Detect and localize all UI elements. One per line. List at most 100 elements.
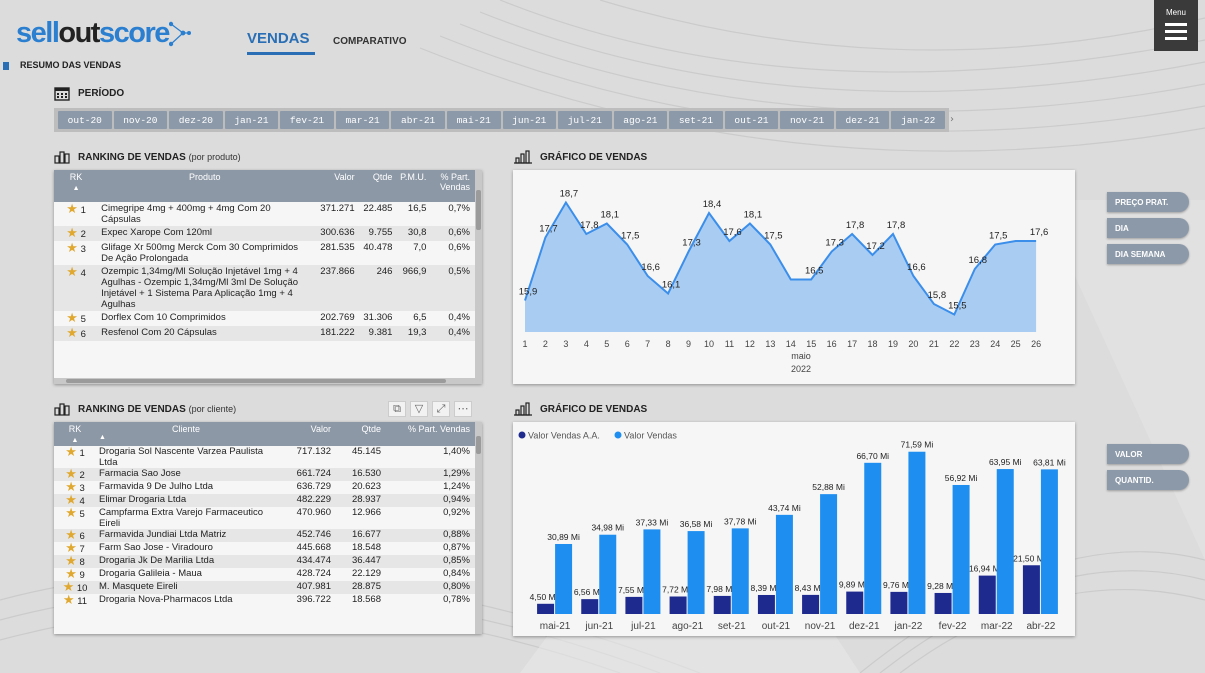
table-row[interactable]: ★ 4 Ozempic 1,34mg/Ml Solução Injetável 1… — [54, 265, 482, 311]
period-month-button[interactable]: set-21 — [669, 111, 723, 129]
rank-cell: ★ 2 — [54, 226, 99, 241]
filter-icon[interactable]: ▽ — [410, 401, 428, 417]
table-row[interactable]: ★ 5 Campfarma Extra Varejo Farmaceutico E… — [54, 506, 482, 529]
bar[interactable] — [731, 528, 749, 614]
scrollbar-thumb[interactable] — [476, 190, 481, 230]
x-tick-label: 18 — [868, 339, 878, 349]
copy-icon[interactable]: ⧉ — [388, 401, 406, 417]
bar[interactable] — [1022, 565, 1040, 614]
period-month-button[interactable]: nov-20 — [113, 111, 168, 129]
table-row[interactable]: ★ 2 Expec Xarope Com 120ml 300.636 9.755 30,… — [54, 226, 482, 241]
period-month-button[interactable]: jul-21 — [558, 111, 612, 129]
col-part[interactable]: % Part. Vendas — [384, 422, 482, 446]
cliente-cell: Farm Sao Jose - Viradouro — [99, 542, 213, 553]
period-month-button[interactable]: dez-21 — [835, 111, 890, 129]
x-tick-label: 24 — [990, 339, 1000, 349]
bar[interactable] — [846, 591, 864, 614]
table-row[interactable]: ★ 11 Drogaria Nova-Pharmacos Ltda 396.722 1… — [54, 593, 482, 607]
expand-icon[interactable]: ⤢ — [432, 401, 450, 417]
bar[interactable] — [757, 594, 775, 614]
period-scroll-right-icon[interactable]: › — [950, 114, 954, 125]
legend-marker — [518, 431, 526, 439]
bar[interactable] — [599, 534, 617, 614]
period-month-button[interactable]: mar-21 — [335, 111, 390, 129]
table-row[interactable]: ★ 3 Glifage Xr 500mg Merck Com 30 Comprim… — [54, 241, 482, 265]
x-tick-label: 8 — [666, 339, 671, 349]
period-month-button[interactable]: abr-21 — [391, 111, 445, 129]
bar[interactable] — [555, 543, 573, 614]
scrollbar-thumb-h[interactable] — [66, 379, 446, 383]
col-produto[interactable]: Produto — [98, 170, 312, 202]
bar[interactable] — [934, 592, 952, 614]
col-pmu[interactable]: P.M.U. — [395, 170, 430, 202]
bar[interactable] — [643, 529, 661, 614]
period-month-button[interactable]: mai-21 — [446, 111, 501, 129]
bar[interactable] — [996, 469, 1014, 614]
period-month-button[interactable]: out-20 — [58, 111, 112, 129]
table-row[interactable]: ★ 9 Drogaria Galileia - Maua 428.724 22.129… — [54, 567, 482, 581]
legend-label[interactable]: Valor Vendas A.A. — [528, 431, 600, 441]
x-tick-label: 9 — [686, 339, 691, 349]
table-row[interactable]: ★ 1 Drogaria Sol Nascente Varzea Paulista… — [54, 445, 482, 468]
table-row[interactable]: ★ 7 Farm Sao Jose - Viradouro 445.668 18.54… — [54, 541, 482, 555]
bar[interactable] — [1040, 469, 1058, 614]
table-row[interactable]: ★ 1 Cimegripe 4mg + 400mg + 4mg Com 20 Cá… — [54, 202, 482, 226]
legend-label[interactable]: Valor Vendas — [624, 431, 677, 441]
table-row[interactable]: ★ 2 Farmacia Sao Jose 661.724 16.530 1,29% — [54, 467, 482, 481]
col-cliente[interactable]: Cliente ▲ — [96, 422, 276, 446]
period-month-button[interactable]: jun-21 — [502, 111, 557, 129]
table-row[interactable]: ★ 8 Drogaria Jk De Marilia Ltda 434.474 36.… — [54, 554, 482, 568]
bar[interactable] — [775, 514, 793, 614]
bar[interactable] — [687, 531, 705, 614]
period-title: PERÍODO — [78, 88, 125, 99]
bar[interactable] — [713, 595, 731, 614]
valor-cell: 181.222 — [311, 326, 358, 341]
bar[interactable] — [669, 596, 687, 614]
bar[interactable] — [581, 599, 599, 614]
table-row[interactable]: ★ 10 M. Masquete Eireli 407.981 28.875 0,80% — [54, 580, 482, 594]
period-month-button[interactable]: out-21 — [724, 111, 779, 129]
bar[interactable] — [908, 451, 926, 614]
bar[interactable] — [802, 594, 820, 614]
period-month-button[interactable]: jan-21 — [224, 111, 279, 129]
period-month-button[interactable]: ago-21 — [613, 111, 668, 129]
scrollbar-thumb[interactable] — [476, 436, 481, 454]
qtde-cell: 12.966 — [351, 507, 381, 518]
part-cell: 0,94% — [384, 494, 482, 507]
part-cell: 1,40% — [443, 446, 470, 457]
quantid-button[interactable]: QUANTID. — [1107, 470, 1189, 490]
bar[interactable] — [890, 591, 908, 614]
col-rk[interactable]: RK ▲ — [54, 422, 96, 446]
valor-button[interactable]: VALOR — [1107, 444, 1189, 464]
col-qtde[interactable]: Qtde — [334, 422, 384, 446]
preco-prat-button[interactable]: PREÇO PRAT. — [1107, 192, 1189, 212]
table-row[interactable]: ★ 4 Elimar Drogaria Ltda 482.229 28.937 0,94… — [54, 493, 482, 507]
cliente-cell: Farmacia Sao Jose — [96, 468, 276, 481]
dia-button[interactable]: DIA — [1107, 218, 1189, 238]
col-rk[interactable]: RK ▲ — [54, 170, 99, 202]
period-month-button[interactable]: jan-22 — [891, 111, 945, 129]
table-row[interactable]: ★ 6 Resfenol Com 20 Cápsulas 181.222 9.381 1… — [54, 326, 482, 341]
col-valor[interactable]: Valor — [311, 170, 358, 202]
bar[interactable] — [952, 484, 970, 614]
more-options-icon[interactable]: ⋯ — [454, 401, 472, 417]
bar[interactable] — [625, 596, 643, 614]
bar[interactable] — [864, 462, 882, 614]
period-month-button[interactable]: nov-21 — [780, 111, 834, 129]
table-row[interactable]: ★ 5 Dorflex Com 10 Comprimidos 202.769 31.3… — [54, 311, 482, 326]
bar[interactable] — [537, 603, 555, 614]
tab-vendas[interactable]: VENDAS — [247, 30, 310, 47]
table-row[interactable]: ★ 6 Farmavida Jundiai Ltda Matriz 452.746 1… — [54, 528, 482, 542]
data-label: 17,6 — [1030, 227, 1049, 238]
table-row[interactable]: ★ 3 Farmavida 9 De Julho Ltda 636.729 20.62… — [54, 480, 482, 494]
chart2-title: GRÁFICO DE VENDAS — [540, 403, 648, 415]
col-qtde[interactable]: Qtde — [357, 170, 396, 202]
tab-comparativo[interactable]: COMPARATIVO — [333, 36, 407, 47]
bar[interactable] — [978, 575, 996, 614]
dia-semana-button[interactable]: DIA SEMANA — [1107, 244, 1189, 264]
menu-button[interactable]: Menu — [1154, 0, 1198, 51]
period-month-button[interactable]: fev-21 — [280, 111, 334, 129]
period-month-button[interactable]: dez-20 — [169, 111, 223, 129]
bar[interactable] — [820, 494, 838, 614]
col-valor[interactable]: Valor — [276, 422, 334, 446]
